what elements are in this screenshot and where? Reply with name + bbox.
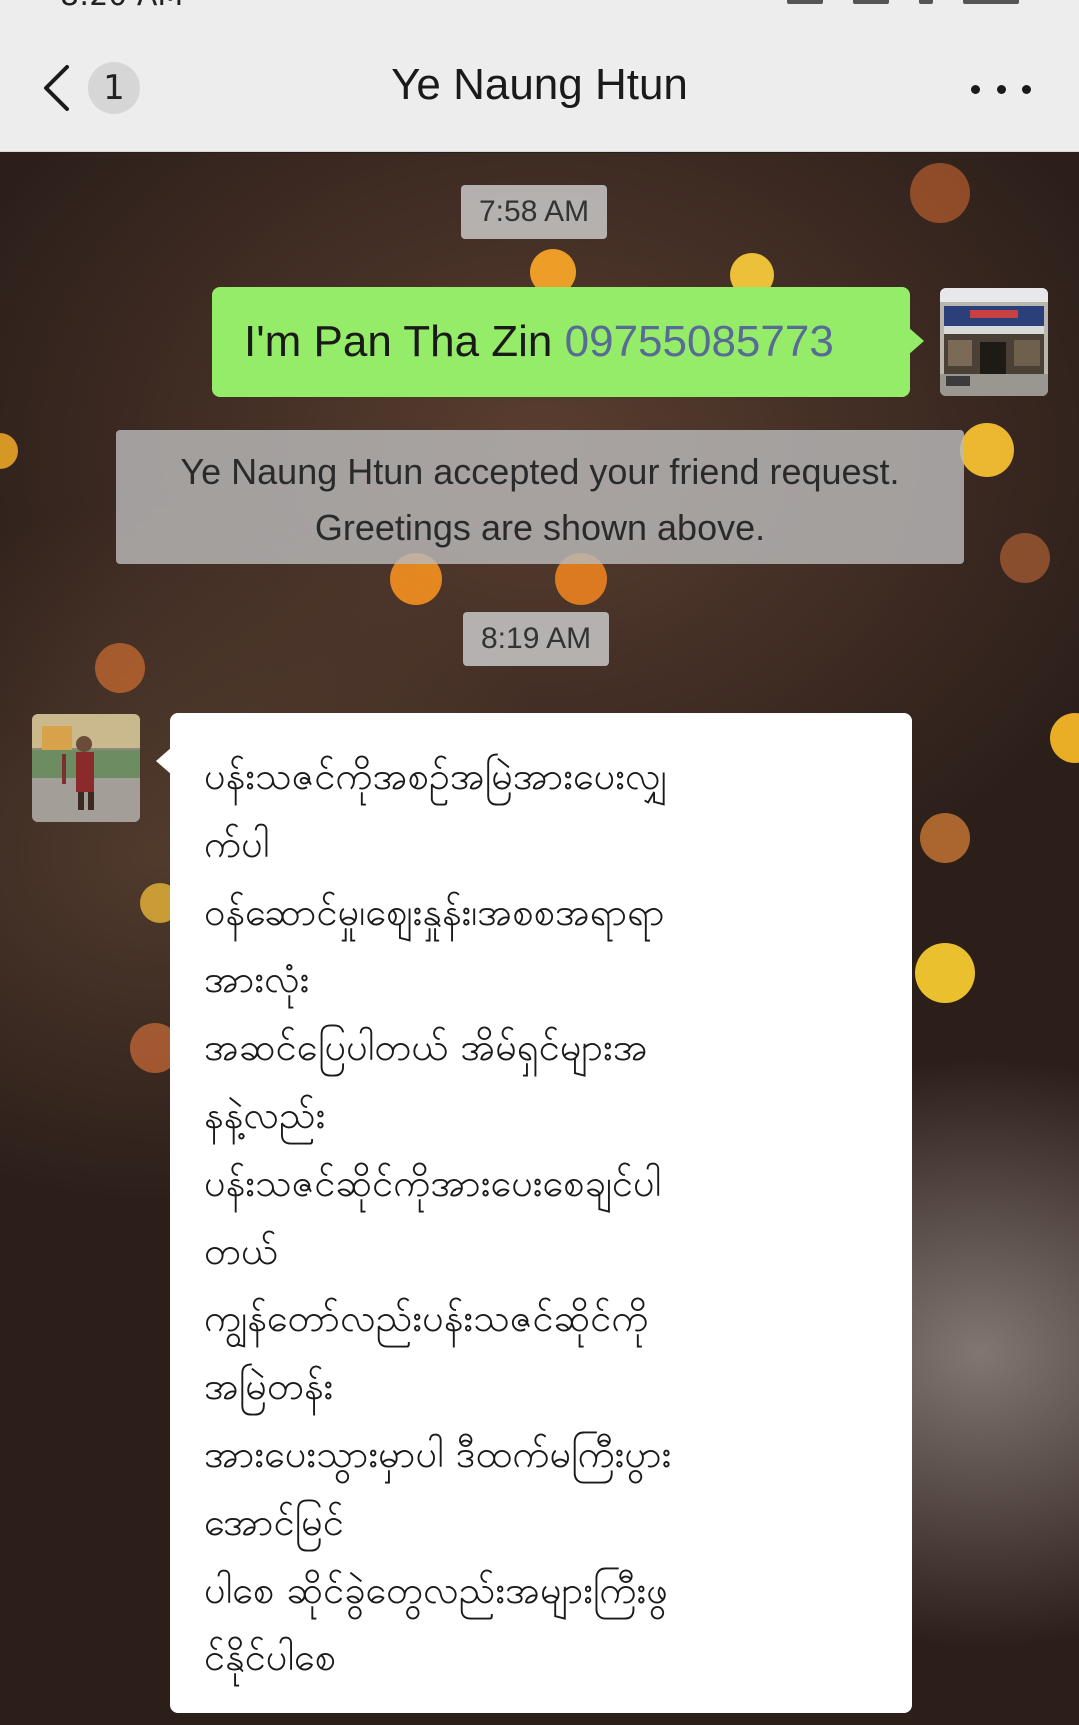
message-line: တယ် (204, 1228, 278, 1273)
background-bokeh (0, 433, 18, 469)
more-dot-icon (971, 84, 980, 94)
signal-icon (787, 0, 823, 4)
background-bokeh (1000, 533, 1050, 583)
message-line: ပန်းသဇင်ဆိုင်ကိုအားပေးစေချင်ပါ (204, 1160, 662, 1205)
timestamp: 8:19 AM (463, 612, 610, 666)
message-line: အားပေးသွားမှာပါ ဒီထက်မကြီးပွား (204, 1431, 672, 1476)
chat-header: 1 Ye Naung Htun (0, 14, 1079, 152)
message-line: ဝန်ဆောင်မှု၊ဈေးနှုန်း၊အစစအရာရာ (204, 889, 665, 934)
phone-number-link[interactable]: 09755085773 (565, 317, 834, 366)
background-bokeh (920, 813, 970, 863)
my-avatar[interactable] (940, 288, 1048, 396)
chat-title: Ye Naung Htun (391, 60, 688, 109)
contact-avatar[interactable] (32, 714, 140, 822)
system-message-line: Ye Naung Htun accepted your friend reque… (180, 451, 900, 492)
message-line: င်နိုင်ပါစေ (204, 1635, 337, 1680)
message-line: က်ပါ (204, 821, 270, 866)
message-line: နနဲ့လည်း (204, 1092, 326, 1137)
more-dot-icon (996, 84, 1006, 94)
more-options-button[interactable] (971, 74, 1031, 104)
message-line: အဆင်ပြေပါတယ် အိမ်ရှင်များအ (204, 1025, 648, 1070)
outgoing-message[interactable]: I'm Pan Tha Zin 09755085773 (212, 287, 924, 397)
wifi-icon (919, 0, 933, 4)
message-line: အားလုံး (204, 957, 310, 1002)
message-line: ပါစေ ဆိုင်ခွဲတွေလည်းအများကြီးဖွ (204, 1567, 668, 1612)
message-text: I'm Pan Tha Zin (244, 317, 565, 366)
incoming-message[interactable]: ပန်းသဇင်ကိုအစဉ်အမြဲအားပေးလျှ က်ပါ ဝန်ဆော… (156, 713, 912, 1713)
system-message-line: Greetings are shown above. (314, 507, 766, 548)
status-icons (787, 0, 1019, 4)
signal-icon-2 (853, 0, 889, 4)
message-line: ပန်းသဇင်ကိုအစဉ်အမြဲအားပေးလျှ (204, 754, 669, 798)
person-photo-icon (32, 714, 140, 822)
chat-area[interactable]: 7:58 AM I'm Pan Tha Zin 09755085773 Ye N… (0, 153, 1079, 1725)
more-dot-icon (1022, 84, 1031, 94)
timestamp: 7:58 AM (461, 185, 608, 239)
message-line: ကျွန်တော်လည်းပန်းသဇင်ဆိုင်ကို (204, 1296, 649, 1341)
battery-icon (963, 0, 1019, 4)
background-bokeh (960, 423, 1014, 477)
system-message: Ye Naung Htun accepted your friend reque… (116, 430, 964, 564)
background-bokeh (1050, 713, 1079, 763)
background-bokeh (915, 943, 975, 1003)
shop-photo-icon (940, 288, 1048, 396)
background-bokeh (910, 163, 970, 223)
status-time: 8:20 AM (60, 0, 183, 13)
message-line: အမြဲတန်း (204, 1364, 334, 1409)
message-line: အောင်မြင် (204, 1499, 344, 1544)
background-bokeh (95, 643, 145, 693)
status-bar: 8:20 AM (0, 0, 1079, 14)
